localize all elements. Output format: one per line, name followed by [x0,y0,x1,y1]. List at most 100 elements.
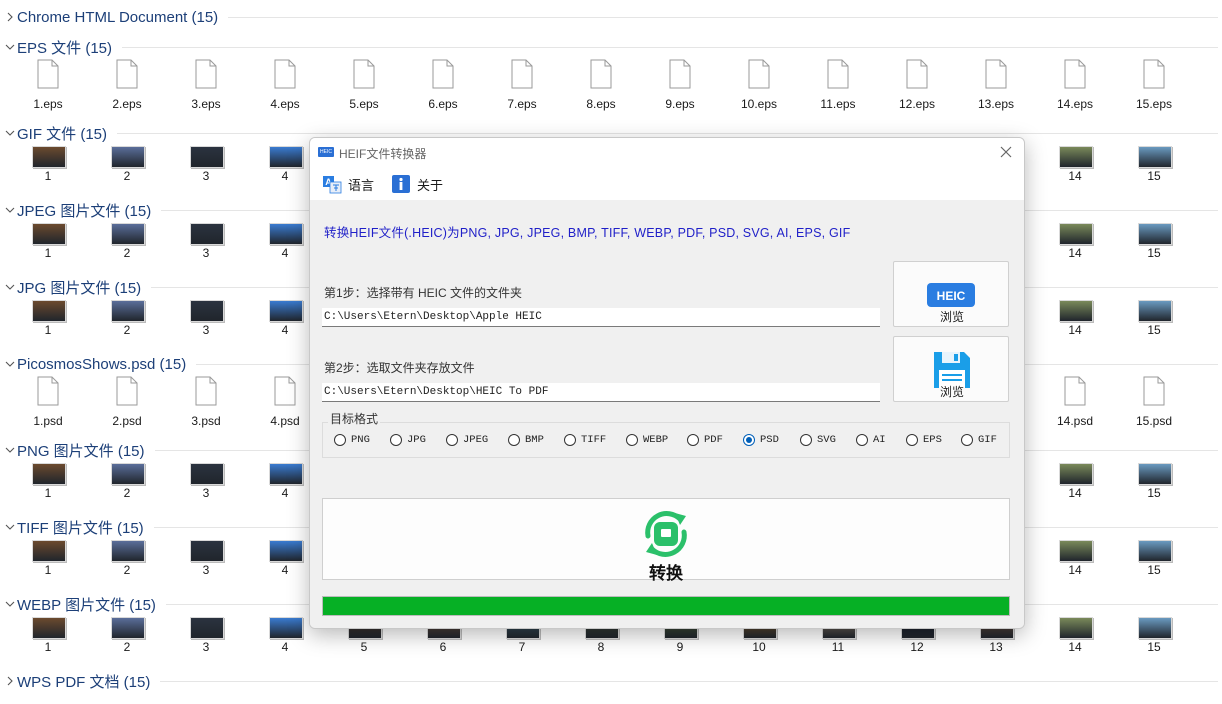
progress-bar [322,596,1010,616]
convert-button[interactable]: 转换 [322,498,1010,583]
format-radio-jpg[interactable]: JPG [390,432,426,448]
document-icon [906,59,928,89]
image-thumbnail [1059,463,1093,485]
format-radio-webp[interactable]: WEBP [626,432,668,448]
radio-circle[interactable] [446,434,458,446]
document-icon [1064,376,1086,406]
radio-circle[interactable] [390,434,402,446]
title-bar[interactable]: HEIC HEIF文件转换器 [310,138,1024,166]
chevron-down-icon[interactable] [3,126,17,140]
file-label: 15.eps [1135,97,1173,111]
chevron-down-icon[interactable] [3,597,17,611]
group-header[interactable]: WPS PDF 文档 (15) [0,670,1222,692]
format-radio-jpeg[interactable]: JPEG [446,432,488,448]
file-label: 5.eps [349,97,379,111]
format-radio-svg[interactable]: SVG [800,432,836,448]
file-label: 11.eps [820,97,856,111]
chevron-down-icon[interactable] [3,280,17,294]
radio-circle[interactable] [334,434,346,446]
chevron-down-icon[interactable] [3,357,17,371]
chevron-right-icon[interactable] [3,10,17,24]
group-header[interactable]: Chrome HTML Document (15) [0,6,1222,28]
file-label: 8 [597,640,605,654]
menu-about[interactable]: 关于 [391,174,443,194]
close-icon [1000,146,1012,158]
step1-label: 第1步：选择带有 HEIC 文件的文件夹 [324,286,523,300]
browse-output-button[interactable]: 浏览 [893,336,1009,402]
browse-source-button[interactable]: HEIC 浏览 [893,261,1009,327]
file-label: 14 [1068,246,1082,260]
heic-badge-icon: HEIC [927,283,975,307]
radio-circle[interactable] [508,434,520,446]
source-folder-field[interactable]: C:\Users\Etern\Desktop\Apple HEIC [322,308,880,327]
image-thumbnail [32,617,66,639]
radio-label: BMP [525,434,544,446]
document-icon [195,376,217,406]
image-thumbnail [111,540,145,562]
file-label: 6 [439,640,447,654]
close-button[interactable] [996,142,1016,162]
file-label: 1 [44,169,52,183]
file-label: 9.eps [665,97,695,111]
chevron-right-icon[interactable] [3,674,17,688]
radio-circle[interactable] [564,434,576,446]
radio-circle[interactable] [961,434,973,446]
format-radio-eps[interactable]: EPS [906,432,942,448]
info-icon [391,174,411,194]
file-label: 3.eps [191,97,221,111]
radio-circle[interactable] [856,434,868,446]
format-radio-tiff[interactable]: TIFF [564,432,606,448]
file-label: 2.eps [112,97,142,111]
file-label: 8.eps [586,97,616,111]
output-folder-field[interactable]: C:\Users\Etern\Desktop\HEIC To PDF [322,383,880,402]
image-thumbnail [1059,146,1093,168]
file-label: 6.eps [428,97,458,111]
group-title: PNG 图片文件 (15) [17,442,145,460]
chevron-down-icon[interactable] [3,443,17,457]
radio-label: EPS [923,434,942,446]
format-radio-png[interactable]: PNG [334,432,370,448]
document-icon [985,59,1007,89]
format-radio-bmp[interactable]: BMP [508,432,544,448]
group-title: GIF 文件 (15) [17,125,108,143]
image-thumbnail [269,300,303,322]
document-icon [511,59,533,89]
app-icon: HEIC [318,147,334,157]
group-title: Chrome HTML Document (15) [17,8,219,26]
image-thumbnail [32,146,66,168]
image-thumbnail [1138,540,1172,562]
menu-language[interactable]: A 语言 [322,174,374,194]
radio-circle[interactable] [800,434,812,446]
file-label: 15 [1147,486,1161,500]
document-icon [590,59,612,89]
file-label: 14 [1068,323,1082,337]
radio-circle[interactable] [626,434,638,446]
file-label: 13.eps [977,97,1015,111]
format-radio-pdf[interactable]: PDF [687,432,723,448]
file-label: 3 [202,640,210,654]
format-radio-gif[interactable]: GIF [961,432,997,448]
file-label: 1.eps [33,97,63,111]
chevron-down-icon[interactable] [3,203,17,217]
radio-circle[interactable] [906,434,918,446]
format-radio-psd[interactable]: PSD [743,432,779,448]
file-label: 15 [1147,246,1161,260]
dialog-content: 转换HEIF文件(.HEIC)为PNG, JPG, JPEG, BMP, TIF… [310,200,1024,628]
chevron-down-icon[interactable] [3,520,17,534]
radio-label: SVG [817,434,836,446]
group-header[interactable]: EPS 文件 (15) [0,36,1222,58]
format-radio-ai[interactable]: AI [856,432,886,448]
document-icon [1064,59,1086,89]
document-icon [353,59,375,89]
document-icon [195,59,217,89]
radio-circle[interactable] [743,434,755,446]
chevron-down-icon[interactable] [3,40,17,54]
group-title: WPS PDF 文档 (15) [17,673,151,691]
image-thumbnail [1138,300,1172,322]
file-label: 4 [281,246,289,260]
description-text: 转换HEIF文件(.HEIC)为PNG, JPG, JPEG, BMP, TIF… [324,226,851,240]
radio-label: PSD [760,434,779,446]
image-thumbnail [190,463,224,485]
radio-circle[interactable] [687,434,699,446]
file-label: 3 [202,246,210,260]
